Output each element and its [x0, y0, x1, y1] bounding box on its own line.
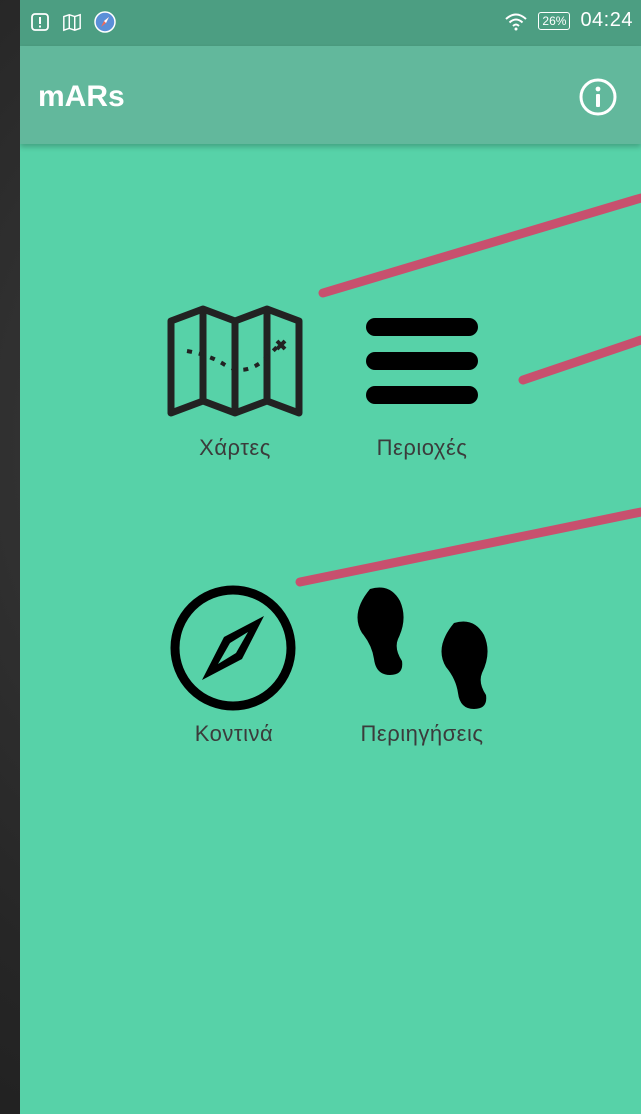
annotation-lines	[295, 193, 641, 587]
annotation-line-2	[518, 335, 641, 385]
annotation-line-3	[295, 507, 641, 587]
annotation-line-1	[318, 193, 641, 298]
